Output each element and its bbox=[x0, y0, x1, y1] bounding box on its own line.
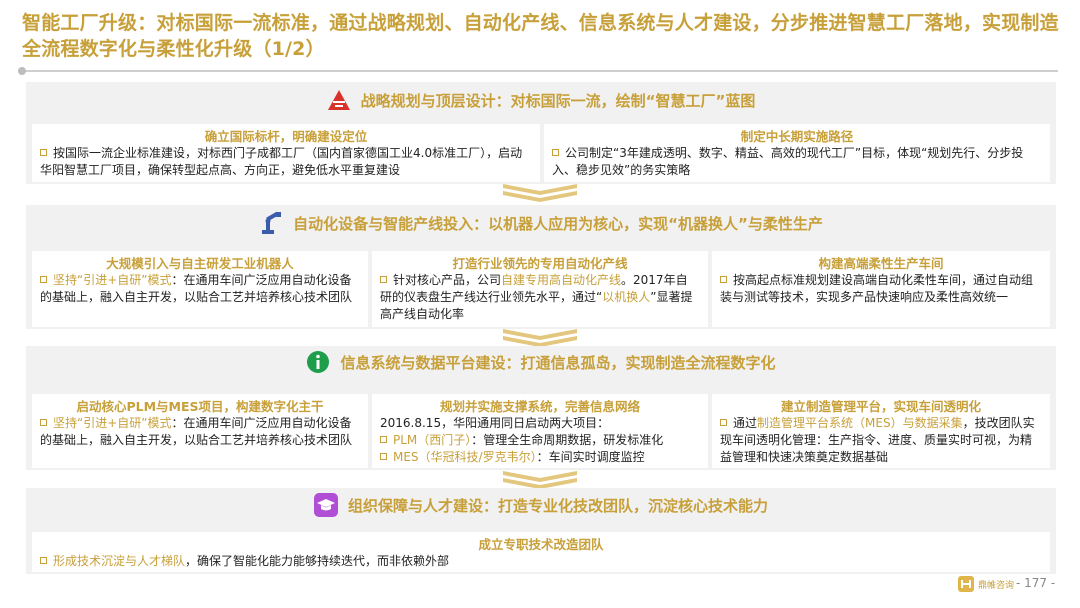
card-title: 大规模引入与自主研发工业机器人 bbox=[106, 256, 294, 271]
chevron-down-icon bbox=[503, 471, 577, 489]
company-logo: 鼎帷咨询 bbox=[958, 576, 1014, 592]
bullet-square-icon bbox=[552, 149, 559, 156]
section-heading: 组织保障与人才建设：打造专业化技改团队，沉淀核心技术能力 bbox=[26, 493, 1056, 517]
title-divider bbox=[18, 67, 1058, 75]
bullet-square-icon bbox=[380, 276, 387, 283]
card-title: 启动核心PLM与MES项目，构建数字化主干 bbox=[76, 399, 324, 414]
card-title: 确立国际标杆，明确建设定位 bbox=[204, 129, 368, 144]
section-heading: 战略规划与顶层设计：对标国际一流，绘制“智慧工厂”蓝图 bbox=[26, 88, 1056, 112]
section-information-systems: 信息系统与数据平台建设：打通信息孤岛，实现制造全流程数字化 启动核心PLM与ME… bbox=[26, 346, 1056, 470]
section-automation: 自动化设备与智能产线投入：以机器人应用为核心，实现“机器换人”与柔性生产 大规模… bbox=[26, 205, 1056, 329]
section-heading-text: 组织保障与人才建设：打造专业化技改团队，沉淀核心技术能力 bbox=[347, 496, 768, 515]
section-heading: 自动化设备与智能产线投入：以机器人应用为核心，实现“机器换人”与柔性生产 bbox=[26, 211, 1056, 235]
section-heading-text: 信息系统与数据平台建设：打通信息孤岛，实现制造全流程数字化 bbox=[340, 353, 776, 372]
page-number: - 177 - bbox=[1016, 576, 1056, 590]
card-plm-mes: 启动核心PLM与MES项目，构建数字化主干 坚持“引进+自研”模式：在通用车间广… bbox=[32, 394, 368, 468]
robot-arm-icon bbox=[259, 211, 283, 235]
section-talent: 组织保障与人才建设：打造专业化技改团队，沉淀核心技术能力 成立专职技术改造团队 … bbox=[26, 488, 1056, 574]
card-title: 构建高端柔性生产车间 bbox=[818, 256, 944, 271]
card-text: 公司制定“3年建成透明、数字、精益、高效的现代工厂”目标，体现“规划先行、分步投… bbox=[552, 146, 1024, 177]
card-transparent-workshop: 建立制造管理平台，实现车间透明化 通过制造管理平台系统（MES）与数据采集，技改… bbox=[712, 394, 1050, 468]
card-text: 通过制造管理平台系统（MES）与数据采集，技改团队实现车间透明化管理：生产指令、… bbox=[720, 416, 1035, 464]
card-flexible-workshop: 构建高端柔性生产车间 按高起点标准规划建设高端自动化柔性车间，通过自动组装与测试… bbox=[712, 251, 1050, 327]
card-text: 坚持“引进+自研”模式：在通用车间广泛应用自动化设备的基础上，融入自主开发，以贴… bbox=[40, 273, 353, 304]
section-heading: 信息系统与数据平台建设：打通信息孤岛，实现制造全流程数字化 bbox=[26, 350, 1056, 374]
chevron-down-icon bbox=[503, 329, 577, 347]
page-title: 智能工厂升级：对标国际一流标准，通过战略规划、自动化产线、信息系统与人才建设，分… bbox=[22, 12, 1059, 60]
card-roadmap: 制定中长期实施路径 公司制定“3年建成透明、数字、精益、高效的现代工厂”目标，体… bbox=[544, 124, 1050, 182]
chevron-down-icon bbox=[503, 184, 577, 202]
card-title: 规划并实施支撑系统，完善信息网络 bbox=[439, 399, 640, 414]
bullet-square-icon bbox=[40, 276, 47, 283]
bullet-square-icon bbox=[720, 419, 727, 426]
card-text: 形成技术沉淀与人才梯队，确保了智能化能力能够持续迭代，而非依赖外部 bbox=[32, 553, 1050, 570]
bullet-square-icon bbox=[720, 276, 727, 283]
card-intro: 2016.8.15，华阳通用同日启动两大项目： bbox=[380, 416, 610, 430]
card-title: 打造行业领先的专用自动化产线 bbox=[452, 256, 628, 271]
card-tech-team: 成立专职技术改造团队 形成技术沉淀与人才梯队，确保了智能化能力能够持续迭代，而非… bbox=[32, 532, 1050, 572]
logo-mark-icon bbox=[958, 576, 974, 592]
section-heading-text: 自动化设备与智能产线投入：以机器人应用为核心，实现“机器换人”与柔性生产 bbox=[293, 214, 823, 233]
bullet-square-icon bbox=[40, 149, 47, 156]
card-title: 建立制造管理平台，实现车间透明化 bbox=[780, 399, 981, 414]
card-support-systems: 规划并实施支撑系统，完善信息网络 2016.8.15，华阳通用同日启动两大项目：… bbox=[372, 394, 708, 468]
graduation-cap-icon bbox=[313, 493, 338, 517]
card-dedicated-line: 打造行业领先的专用自动化产线 针对核心产品，公司自建专用高自动化产线。2017年… bbox=[372, 251, 708, 327]
section-heading-text: 战略规划与顶层设计：对标国际一流，绘制“智慧工厂”蓝图 bbox=[360, 91, 756, 110]
card-robots: 大规模引入与自主研发工业机器人 坚持“引进+自研”模式：在通用车间广泛应用自动化… bbox=[32, 251, 368, 327]
logo-text: 鼎帷咨询 bbox=[978, 580, 1015, 591]
bullet-square-icon bbox=[40, 557, 47, 564]
card-text: 坚持“引进+自研”模式：在通用车间广泛应用自动化设备的基础上，融入自主开发，以贴… bbox=[40, 416, 353, 447]
section-strategy: 战略规划与顶层设计：对标国际一流，绘制“智慧工厂”蓝图 确立国际标杆，明确建设定… bbox=[26, 82, 1056, 184]
bullet-square-icon bbox=[40, 419, 47, 426]
card-benchmark: 确立国际标杆，明确建设定位 按国际一流企业标准建设，对标西门子成都工厂（国内首家… bbox=[32, 124, 540, 182]
card-text: 按国际一流企业标准建设，对标西门子成都工厂（国内首家德国工业4.0标准工厂），启… bbox=[40, 146, 523, 177]
bullet-square-icon bbox=[380, 453, 387, 460]
list-item: MES（华冠科技/罗克韦尔）：车间实时调度监控 bbox=[380, 449, 698, 466]
info-circle-icon bbox=[306, 350, 330, 374]
bullet-square-icon bbox=[380, 436, 387, 443]
warning-triangle-icon bbox=[327, 88, 351, 112]
divider-dot bbox=[18, 67, 26, 75]
card-title: 成立专职技术改造团队 bbox=[478, 537, 604, 552]
card-text: 针对核心产品，公司自建专用高自动化产线。2017年自研的仪表盘生产线达行业领先水… bbox=[380, 273, 693, 321]
list-item: PLM（西门子）：管理全生命周期数据，研发标准化 bbox=[380, 432, 698, 449]
card-text: 2016.8.15，华阳通用同日启动两大项目： PLM（西门子）：管理全生命周期… bbox=[372, 415, 708, 466]
card-title: 制定中长期实施路径 bbox=[740, 129, 854, 144]
card-text: 按高起点标准规划建设高端自动化柔性车间，通过自动组装与测试等技术，实现多产品快速… bbox=[720, 273, 1034, 304]
